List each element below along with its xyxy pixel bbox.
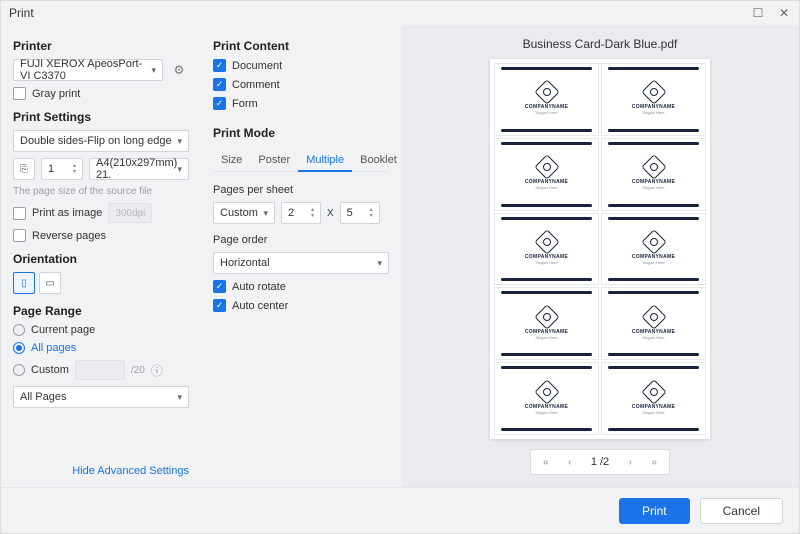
preview-pager: « ‹ 1 /2 › » (530, 449, 670, 475)
chevron-down-icon: ▾ (177, 164, 182, 175)
pager-first-icon[interactable]: « (535, 453, 557, 471)
left-panel: Printer FUJI XEROX ApeosPort-VI C3370 ▾ … (1, 25, 201, 487)
radio-icon (13, 324, 25, 336)
preview-card: COMPANYNAMESlogan Here (601, 213, 706, 286)
custom-range-radio[interactable]: Custom (13, 364, 69, 376)
preview-filename: Business Card-Dark Blue.pdf (523, 37, 678, 51)
form-checkbox[interactable]: Form (213, 97, 389, 110)
checkbox-icon (13, 207, 26, 220)
collate-icon[interactable]: ⎘ (13, 158, 35, 180)
cancel-button[interactable]: Cancel (700, 498, 783, 524)
document-checkbox[interactable]: Document (213, 59, 389, 72)
chevron-down-icon: ▾ (177, 392, 182, 403)
print-settings-heading: Print Settings (13, 110, 189, 124)
all-pages-radio[interactable]: All pages (13, 342, 189, 354)
page-order-select[interactable]: Horizontal▾ (213, 252, 389, 274)
pager-next-icon[interactable]: › (619, 453, 641, 471)
tab-booklet[interactable]: Booklet (352, 150, 401, 171)
pps-cols-input[interactable]: 2▴▾ (281, 202, 321, 224)
pps-label: Pages per sheet (213, 184, 389, 196)
radio-icon (13, 342, 25, 354)
preview-sheet: COMPANYNAMESlogan Here COMPANYNAMESlogan… (490, 59, 710, 439)
pps-rows-input[interactable]: 5▴▾ (340, 202, 380, 224)
orientation-heading: Orientation (13, 252, 189, 266)
paper-size-select[interactable]: A4(210x297mm) 21. ▾ (89, 158, 189, 180)
preview-card: COMPANYNAMESlogan Here (494, 138, 599, 211)
maximize-icon[interactable]: ☐ (751, 6, 765, 20)
order-label: Page order (213, 234, 389, 246)
preview-card: COMPANYNAMESlogan Here (601, 63, 706, 136)
preview-card: COMPANYNAMESlogan Here (494, 287, 599, 360)
window-title: Print (9, 6, 34, 20)
hide-advanced-link[interactable]: Hide Advanced Settings (13, 465, 189, 477)
chevron-down-icon: ▾ (151, 65, 156, 76)
preview-card: COMPANYNAMESlogan Here (494, 362, 599, 435)
window-controls: ☐ ✕ (751, 6, 791, 20)
tab-size[interactable]: Size (213, 150, 250, 171)
auto-center-checkbox[interactable]: Auto center (213, 299, 389, 312)
preview-card: COMPANYNAMESlogan Here (601, 287, 706, 360)
print-content-heading: Print Content (213, 39, 389, 53)
pager-prev-icon[interactable]: ‹ (559, 453, 581, 471)
pps-mode-select[interactable]: Custom▾ (213, 202, 275, 224)
preview-card: COMPANYNAMESlogan Here (601, 138, 706, 211)
reverse-pages-checkbox[interactable]: Reverse pages (13, 229, 189, 242)
titlebar: Print ☐ ✕ (1, 1, 799, 25)
checkbox-icon (13, 87, 26, 100)
mode-tabs: Size Poster Multiple Booklet (213, 150, 389, 172)
comment-checkbox[interactable]: Comment (213, 78, 389, 91)
print-as-image-checkbox[interactable]: Print as image (13, 207, 102, 220)
dialog-footer: Print Cancel (1, 487, 799, 533)
info-icon: ⓘ (151, 362, 163, 379)
print-dialog: Print ☐ ✕ Printer FUJI XEROX ApeosPort-V… (0, 0, 800, 534)
pager-last-icon[interactable]: » (643, 453, 665, 471)
current-page-radio[interactable]: Current page (13, 324, 189, 336)
pager-text: 1 /2 (583, 456, 617, 468)
tab-poster[interactable]: Poster (250, 150, 298, 171)
orientation-landscape[interactable]: ▭ (39, 272, 61, 294)
paper-note: The page size of the source file (13, 186, 189, 197)
orientation-portrait[interactable]: ▯ (13, 272, 35, 294)
print-mode-heading: Print Mode (213, 126, 389, 140)
auto-rotate-checkbox[interactable]: Auto rotate (213, 280, 389, 293)
gray-print-checkbox[interactable]: Gray print (13, 87, 189, 100)
print-button[interactable]: Print (619, 498, 690, 524)
printer-select[interactable]: FUJI XEROX ApeosPort-VI C3370 ▾ (13, 59, 163, 81)
preview-panel: Business Card-Dark Blue.pdf COMPANYNAMES… (401, 25, 799, 487)
preview-card: COMPANYNAMESlogan Here (601, 362, 706, 435)
copies-input[interactable]: 1 ▴▾ (41, 158, 83, 180)
printer-heading: Printer (13, 39, 189, 53)
checkbox-icon (13, 229, 26, 242)
printer-selected: FUJI XEROX ApeosPort-VI C3370 (20, 58, 151, 82)
close-icon[interactable]: ✕ (777, 6, 791, 20)
page-filter-select[interactable]: All Pages ▾ (13, 386, 189, 408)
page-range-heading: Page Range (13, 304, 189, 318)
radio-icon (13, 364, 25, 376)
dpi-input: 300dpi (108, 203, 152, 223)
middle-panel: Print Content Document Comment Form Prin… (201, 25, 401, 487)
custom-range-input[interactable] (75, 360, 125, 380)
printer-settings-icon[interactable]: ⚙ (169, 59, 189, 81)
chevron-down-icon: ▾ (177, 136, 182, 147)
preview-card: COMPANYNAMESlogan Here (494, 63, 599, 136)
preview-card: COMPANYNAMESlogan Here (494, 213, 599, 286)
tab-multiple[interactable]: Multiple (298, 150, 352, 172)
duplex-select[interactable]: Double sides-Flip on long edge ▾ (13, 130, 189, 152)
